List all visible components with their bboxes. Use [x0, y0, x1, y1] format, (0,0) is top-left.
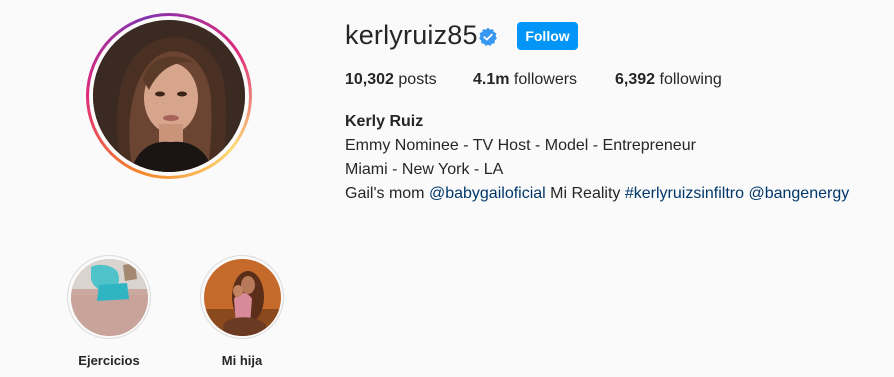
highlight-ring — [200, 255, 284, 339]
posts-label: posts — [398, 71, 437, 88]
highlight-ring — [67, 255, 151, 339]
bio-line-3-middle: Mi Reality — [550, 185, 621, 202]
highlight-thumbnail — [70, 258, 148, 336]
stat-following[interactable]: 6,392 following — [615, 71, 722, 89]
highlight-label: Ejercicios — [78, 353, 140, 368]
following-label: following — [659, 71, 722, 88]
following-count: 6,392 — [615, 71, 656, 88]
avatar-gap — [89, 16, 249, 176]
follow-button[interactable]: Follow — [517, 22, 578, 50]
highlight-ejercicios[interactable]: Ejercicios — [64, 255, 154, 368]
bio-line-2: Miami - New York - LA — [345, 161, 504, 178]
highlight-mi-hija[interactable]: Mi hija — [197, 255, 287, 368]
highlight-label: Mi hija — [221, 353, 263, 368]
hashtag-link[interactable]: #kerlyruizsinfiltro — [625, 185, 744, 202]
avatar-photo — [93, 20, 245, 172]
mention-bangenergy-link[interactable]: @bangenergy — [748, 185, 849, 202]
bio-full-name: Kerly Ruiz — [345, 113, 424, 130]
bio-line-1: Emmy Nominee - TV Host - Model - Entrepr… — [345, 137, 696, 154]
stat-followers[interactable]: 4.1m followers — [473, 71, 577, 89]
profile-username: kerlyruiz85 — [345, 20, 478, 50]
highlight-thumbnail — [203, 258, 281, 336]
profile-avatar[interactable] — [86, 13, 252, 179]
mention-babygailoficial-link[interactable]: @babygailoficial — [429, 185, 546, 202]
verified-badge-icon — [479, 27, 497, 46]
bio-line-3: Gail's mom @babygailoficial Mi Reality #… — [345, 185, 849, 203]
posts-count: 10,302 — [345, 71, 394, 88]
bio-line-3-prefix: Gail's mom — [345, 185, 425, 202]
followers-count: 4.1m — [473, 71, 510, 88]
stat-posts: 10,302 posts — [345, 71, 437, 89]
followers-label: followers — [513, 71, 578, 88]
